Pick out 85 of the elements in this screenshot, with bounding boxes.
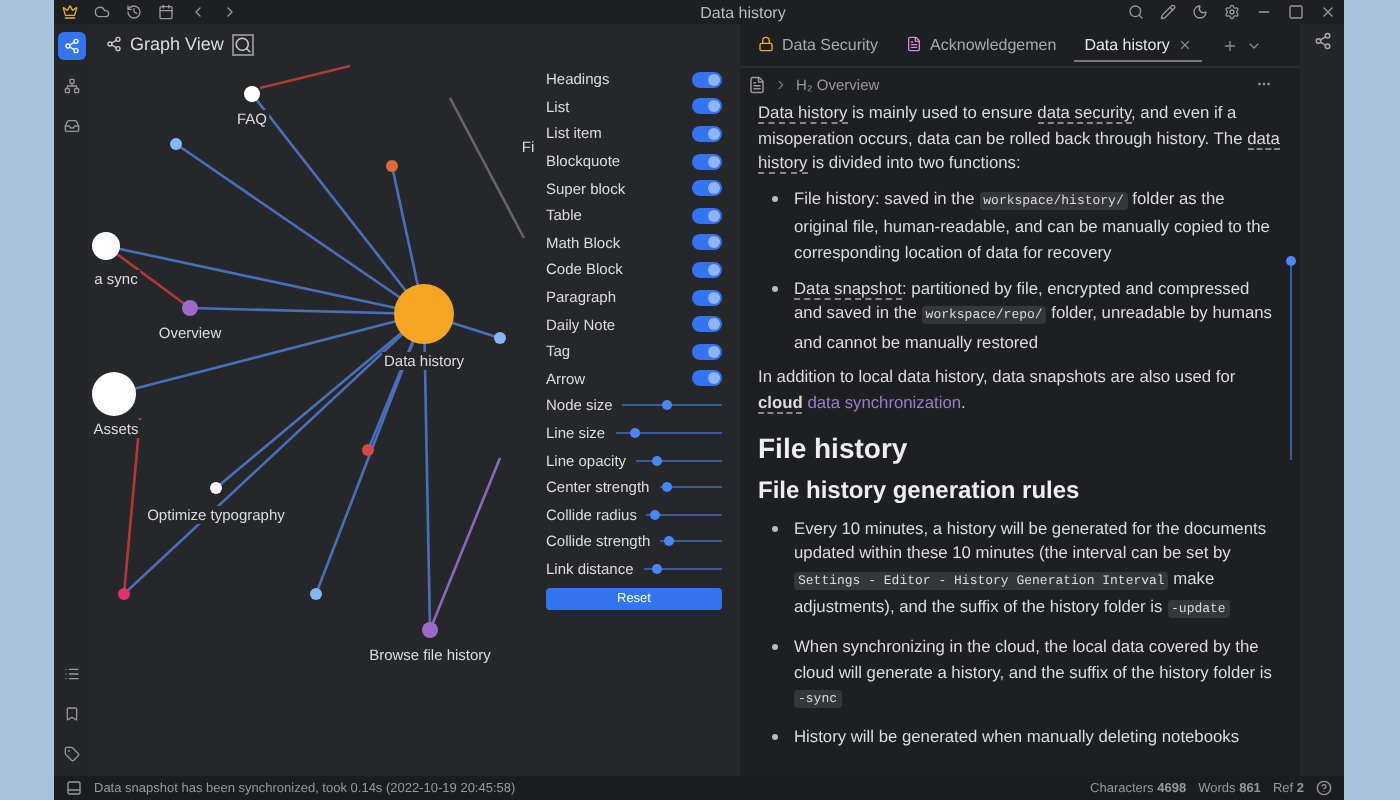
toggle-switch[interactable] <box>692 316 722 333</box>
list-item: History will be generated when manually deleting notebooks <box>794 723 1240 749</box>
moon-icon[interactable] <box>1192 4 1208 20</box>
slider-thumb[interactable] <box>651 563 662 574</box>
toggle-switch[interactable] <box>692 98 722 115</box>
cloud-icon[interactable] <box>94 4 110 20</box>
subheading: File history generation rules <box>758 475 1082 504</box>
toggle-switch[interactable] <box>692 71 722 88</box>
graph-node[interactable] <box>92 232 120 260</box>
graph-icon <box>64 38 80 54</box>
crown-icon[interactable] <box>62 4 78 20</box>
graph-node[interactable] <box>494 332 506 344</box>
document-icon[interactable] <box>748 75 766 93</box>
help-icon[interactable] <box>1316 780 1332 796</box>
lock-icon <box>758 36 774 52</box>
graph-edge <box>448 97 526 239</box>
bullet-icon <box>772 195 778 202</box>
maximize-icon[interactable] <box>1288 4 1304 20</box>
graph-node[interactable] <box>362 444 374 456</box>
graph-node[interactable] <box>210 482 222 494</box>
bullet-icon <box>772 733 778 740</box>
outline-icon[interactable] <box>64 78 80 94</box>
graph-node[interactable] <box>394 284 454 344</box>
inbox-icon[interactable] <box>64 118 80 134</box>
slider-thumb[interactable] <box>629 428 640 439</box>
forward-icon[interactable] <box>222 4 238 20</box>
graph-node[interactable] <box>118 588 130 600</box>
search-icon[interactable] <box>1128 4 1144 20</box>
settings-icon[interactable] <box>1224 4 1240 20</box>
toggle-switch[interactable] <box>692 153 722 170</box>
slider-track[interactable] <box>660 536 722 547</box>
link[interactable]: data synchronization <box>807 391 962 412</box>
toggle-switch[interactable] <box>692 207 722 224</box>
graph-node[interactable] <box>386 160 398 172</box>
calendar-icon[interactable] <box>158 4 174 20</box>
tab[interactable]: Acknowledgemen <box>896 29 1067 61</box>
bullet-icon <box>772 285 778 292</box>
graph-view-button[interactable] <box>58 32 86 60</box>
graph-icon[interactable] <box>1313 32 1331 50</box>
toggle-switch[interactable] <box>692 234 722 251</box>
slider-thumb[interactable] <box>662 400 673 411</box>
panel-icon[interactable] <box>66 780 82 796</box>
bullet-icon <box>772 525 778 532</box>
paragraph: Data history is mainly used to ensure data security, and even if a misoperation occurs, data can be rolled back through history. The data history is divided into two functions: <box>758 100 1280 176</box>
document-icon <box>906 36 923 52</box>
slider-thumb[interactable] <box>650 509 661 520</box>
toggle-switch[interactable] <box>692 343 722 360</box>
tab[interactable]: Data Security <box>748 29 889 61</box>
new-tab-icon[interactable] <box>1221 37 1238 53</box>
graph-edge <box>259 64 351 90</box>
bookmark-icon[interactable] <box>64 706 80 722</box>
toggle-switch[interactable] <box>692 289 722 306</box>
toggle-switch[interactable] <box>692 370 722 387</box>
history-icon[interactable] <box>126 4 142 20</box>
close-icon[interactable] <box>1320 4 1336 20</box>
slider-track[interactable] <box>646 509 722 520</box>
paragraph: In addition to local data history, data snapshots are also used for cloud data synchronization. <box>758 364 1238 416</box>
list-icon[interactable] <box>64 666 80 682</box>
slider-thumb[interactable] <box>651 455 662 466</box>
graph-node[interactable] <box>244 86 260 102</box>
back-icon[interactable] <box>190 4 206 20</box>
graph-node[interactable] <box>182 300 198 316</box>
chevron-icon <box>774 77 788 91</box>
search-icon[interactable] <box>231 33 254 55</box>
graph-node[interactable] <box>170 138 182 150</box>
bullet-icon <box>772 643 778 650</box>
pencil-icon[interactable] <box>1160 4 1176 20</box>
toggle-switch[interactable] <box>692 180 722 197</box>
scrollbar[interactable] <box>1290 260 1292 460</box>
graph-node[interactable] <box>92 372 136 416</box>
close-tab-icon[interactable] <box>1177 37 1192 51</box>
tab[interactable]: Data history <box>1074 29 1202 61</box>
graph-node[interactable] <box>422 622 438 638</box>
window-title: Data history <box>700 3 786 21</box>
slider-track[interactable] <box>659 482 722 493</box>
scroll-thumb[interactable] <box>1286 256 1296 266</box>
toggle-switch[interactable] <box>692 261 722 278</box>
slider-thumb[interactable] <box>664 536 675 547</box>
tag-icon[interactable] <box>64 746 80 762</box>
heading: File history <box>758 431 910 464</box>
pane-title: Graph View <box>130 34 224 54</box>
toggle-switch[interactable] <box>692 125 722 142</box>
graph-icon <box>106 36 122 52</box>
slider-thumb[interactable] <box>662 482 673 493</box>
graph-node[interactable] <box>310 588 322 600</box>
